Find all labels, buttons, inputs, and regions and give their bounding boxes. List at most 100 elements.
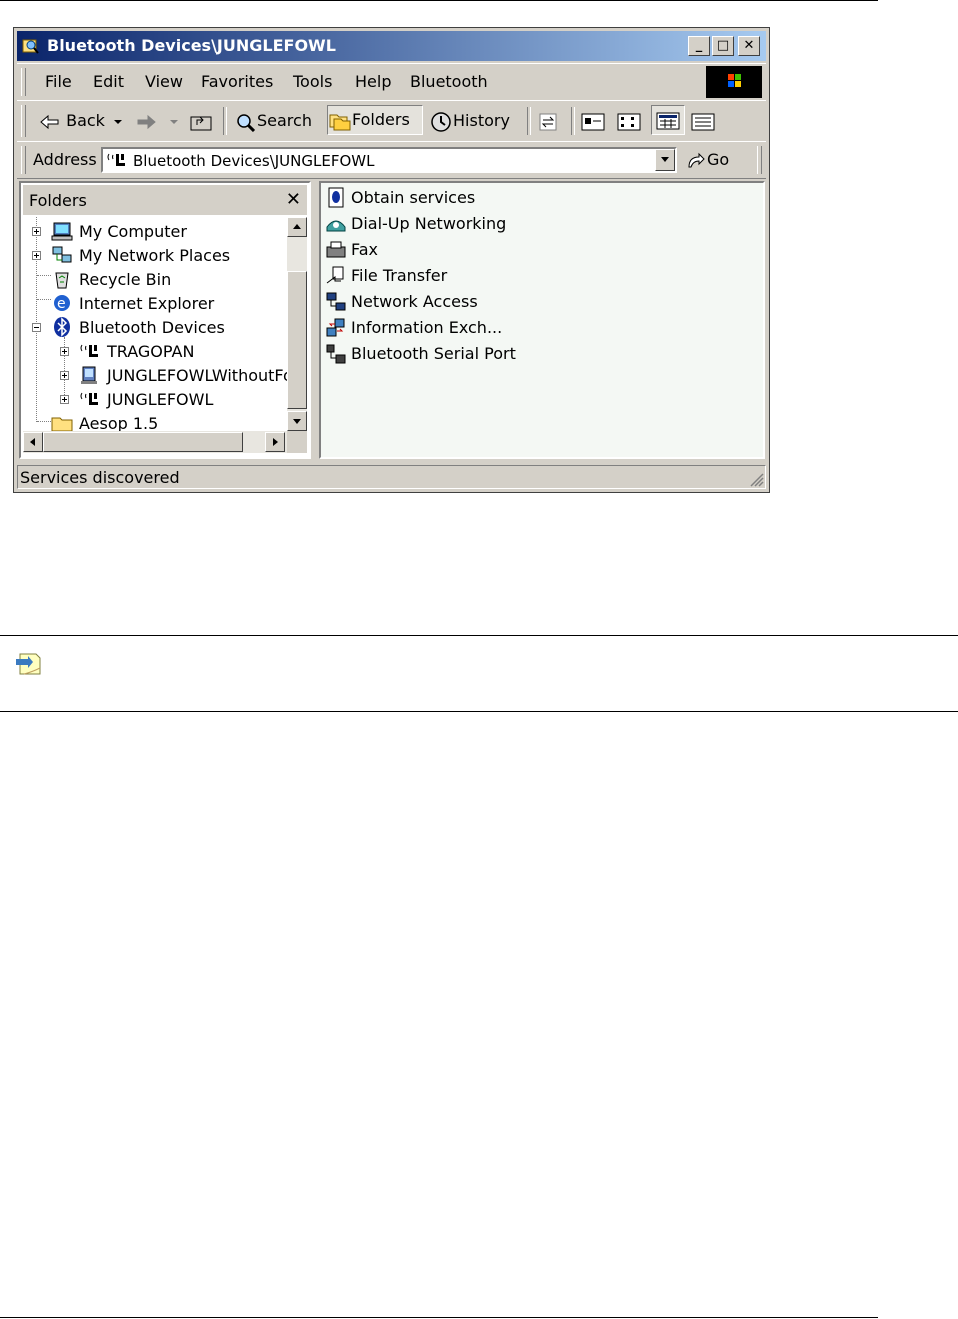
menu-help[interactable]: Help	[355, 72, 391, 91]
large-icons-view-icon	[581, 113, 605, 130]
folders-pane-title: Folders	[29, 191, 87, 210]
fax-icon	[326, 241, 346, 258]
bluetooth-device-icon	[107, 153, 125, 166]
back-dropdown[interactable]	[113, 107, 123, 135]
maximize-button[interactable]: □	[712, 36, 734, 56]
scrollbar-corner	[287, 431, 307, 453]
scroll-left-button[interactable]	[23, 432, 43, 452]
forward-arrow-icon	[137, 114, 156, 129]
small-icons-button[interactable]	[617, 107, 641, 135]
expand-junglefowl-without[interactable]	[60, 371, 69, 380]
folders-label: Folders	[352, 110, 410, 129]
expand-my-computer[interactable]	[32, 227, 41, 236]
history-icon	[431, 111, 451, 132]
expand-network-places[interactable]	[32, 251, 41, 260]
menu-favorites[interactable]: Favorites	[201, 72, 273, 91]
bluetooth-icon	[54, 317, 70, 337]
up-folder-icon	[190, 116, 212, 130]
tree-line	[37, 421, 51, 423]
scroll-thumb[interactable]	[287, 271, 307, 409]
svg-text:e: e	[57, 296, 66, 312]
network-places-icon	[52, 246, 72, 263]
folders-pane-header: Folders ✕	[23, 185, 307, 215]
expand-junglefowl[interactable]	[60, 395, 69, 404]
go-label: Go	[707, 150, 730, 169]
scroll-up-button[interactable]	[287, 217, 307, 237]
information-exchange-icon	[326, 318, 345, 337]
forward-dropdown[interactable]	[169, 107, 179, 135]
address-label: Address	[33, 150, 97, 169]
obtain-services-icon	[328, 187, 344, 208]
recycle-bin-icon	[55, 272, 69, 289]
list-view-icon	[656, 112, 680, 129]
forward-button[interactable]	[135, 107, 157, 135]
back-arrow-icon	[40, 114, 59, 129]
serial-port-icon	[326, 344, 346, 364]
small-icons-view-icon	[617, 113, 641, 130]
move-to-button[interactable]	[537, 107, 559, 135]
internet-explorer-icon: e	[54, 295, 70, 312]
computer-device-icon	[81, 366, 97, 384]
scroll-h-thumb[interactable]	[43, 432, 243, 452]
standard-toolbar: Back Search Folders History	[17, 100, 766, 142]
dropdown-arrow-icon	[170, 119, 178, 124]
menu-bar: File Edit View Favorites Tools Help Blue…	[17, 63, 766, 101]
folder-icon	[51, 417, 73, 432]
collapse-bluetooth-devices[interactable]	[32, 323, 41, 332]
bluetooth-device-icon	[80, 344, 98, 357]
tree-line	[37, 299, 51, 301]
menu-tools[interactable]: Tools	[293, 72, 332, 91]
menu-edit[interactable]: Edit	[93, 72, 124, 91]
address-bar: Address Bluetooth Devices\JUNGLEFOWL Go	[17, 141, 766, 179]
tree-line	[64, 337, 66, 397]
close-pane-icon[interactable]: ✕	[286, 189, 301, 210]
search-label: Search	[257, 111, 312, 130]
dropdown-arrow-icon	[114, 119, 122, 124]
folders-pane: Folders ✕ My Computer My Network Places …	[19, 181, 311, 459]
menu-view[interactable]: View	[145, 72, 183, 91]
go-button[interactable]: Go	[685, 146, 729, 174]
history-button[interactable]: History	[429, 107, 510, 135]
details-view-icon	[691, 113, 715, 130]
address-value: Bluetooth Devices\JUNGLEFOWL	[133, 152, 375, 170]
back-label: Back	[66, 111, 105, 130]
history-label: History	[453, 111, 510, 130]
folders-button[interactable]: Folders	[327, 105, 423, 135]
resize-grip-icon[interactable]	[748, 471, 764, 487]
status-bar: Services discovered	[17, 463, 766, 489]
close-button[interactable]: ✕	[738, 36, 760, 56]
address-end-grip	[757, 146, 762, 174]
folders-horizontal-scrollbar[interactable]	[23, 431, 287, 453]
menu-bar-grip[interactable]	[21, 68, 26, 96]
list-view-button[interactable]	[651, 105, 685, 135]
address-dropdown-button[interactable]	[655, 149, 675, 171]
scroll-right-button[interactable]	[265, 432, 285, 452]
folders-vertical-scrollbar[interactable]	[287, 217, 307, 431]
tree-line	[37, 275, 51, 277]
toolbar-grip[interactable]	[21, 105, 26, 137]
address-bar-grip[interactable]	[21, 146, 26, 174]
file-transfer-icon	[326, 266, 344, 284]
title-bar[interactable]: Bluetooth Devices\JUNGLEFOWL _ □ ✕	[17, 31, 766, 61]
status-panel: Services discovered	[17, 465, 766, 489]
address-field[interactable]: Bluetooth Devices\JUNGLEFOWL	[101, 147, 677, 173]
expand-tragopan[interactable]	[60, 347, 69, 356]
minimize-button[interactable]: _	[688, 36, 710, 56]
network-access-icon	[326, 292, 346, 311]
move-to-icon	[539, 113, 557, 130]
large-icons-button[interactable]	[581, 107, 605, 135]
menu-file[interactable]: File	[45, 72, 72, 91]
note-icon	[14, 650, 44, 678]
explorer-window: Bluetooth Devices\JUNGLEFOWL _ □ ✕ File …	[13, 27, 770, 493]
go-arrow-icon	[688, 152, 705, 167]
scroll-down-button[interactable]	[287, 411, 307, 431]
toolbar-separator	[527, 107, 531, 135]
back-button[interactable]: Back	[39, 107, 105, 135]
search-button[interactable]: Search	[235, 107, 312, 135]
search-icon	[237, 113, 256, 132]
menu-bluetooth[interactable]: Bluetooth	[410, 72, 488, 91]
up-button[interactable]	[189, 107, 213, 135]
services-pane: Obtain services Dial-Up Networking Fax F…	[319, 181, 765, 459]
window-title: Bluetooth Devices\JUNGLEFOWL	[47, 36, 336, 55]
details-view-button[interactable]	[691, 107, 715, 135]
